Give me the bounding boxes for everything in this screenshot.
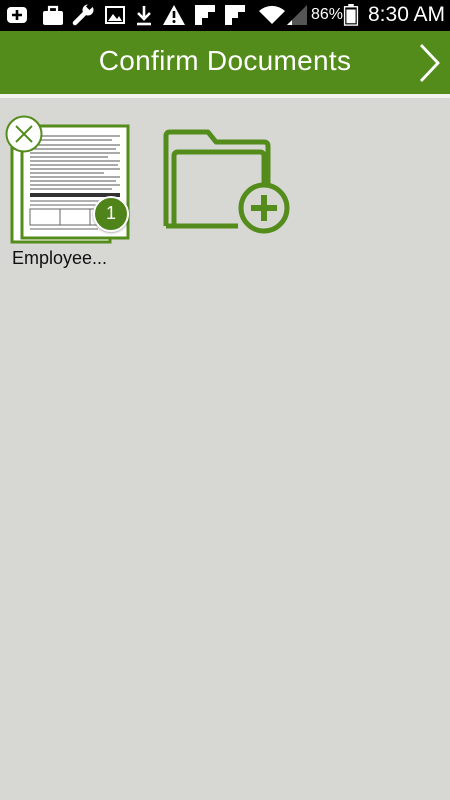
flipboard-icon <box>195 5 215 25</box>
download-icon <box>137 6 151 26</box>
app-bar: Confirm Documents <box>0 31 450 94</box>
clock: 8:30 AM <box>368 3 446 26</box>
wifi-icon <box>259 5 285 25</box>
status-bar: 86% 8:30 AM <box>0 0 450 31</box>
image-icon <box>105 6 125 24</box>
battery-icon <box>343 4 359 26</box>
divider <box>0 94 450 98</box>
folder-add-icon <box>163 129 290 234</box>
battery-percent: 86% <box>311 6 344 23</box>
add-document-button[interactable] <box>160 126 292 238</box>
next-button[interactable] <box>410 41 446 85</box>
page-title: Confirm Documents <box>98 45 352 76</box>
remove-document-button[interactable] <box>5 115 43 153</box>
signal-icon <box>287 5 307 25</box>
flipboard-icon <box>225 5 245 25</box>
wrench-icon <box>72 4 94 26</box>
briefcase-icon <box>43 5 63 25</box>
add-box-icon <box>7 7 27 23</box>
warning-icon <box>163 5 185 25</box>
close-circle-icon <box>5 115 43 153</box>
page-count-badge: 1 <box>93 196 129 232</box>
document-item[interactable]: 1 Employee... <box>0 110 140 270</box>
chevron-right-icon <box>419 44 440 82</box>
document-label: Employee... <box>12 248 108 268</box>
